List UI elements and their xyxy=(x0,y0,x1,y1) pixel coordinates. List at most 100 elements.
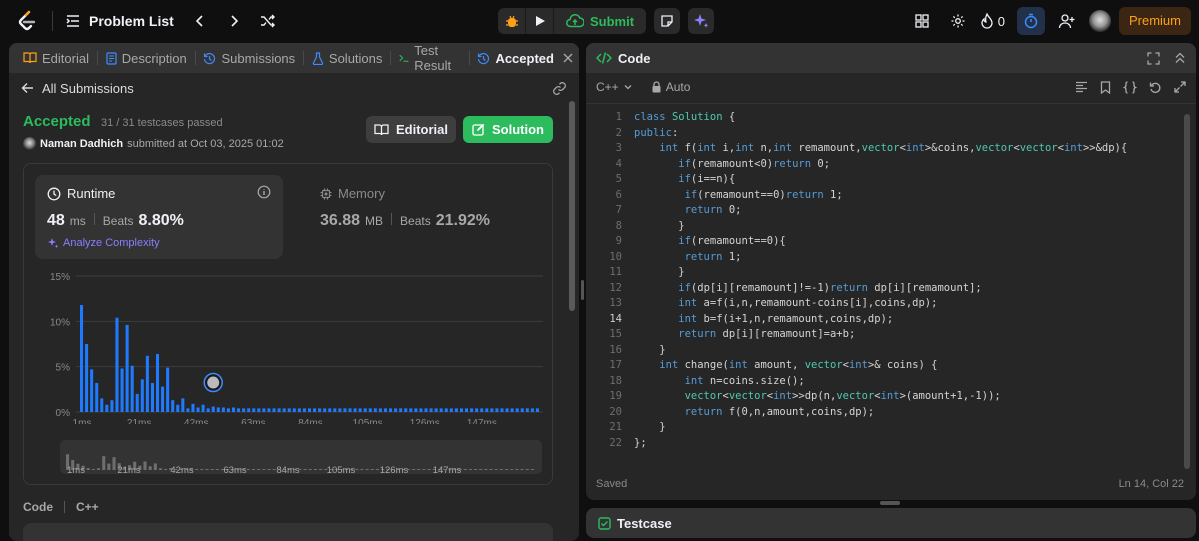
shuffle-button[interactable] xyxy=(254,7,282,35)
all-submissions-link[interactable]: All Submissions xyxy=(21,81,134,96)
chart-bar[interactable] xyxy=(378,408,382,412)
chart-bar[interactable] xyxy=(348,408,352,412)
code-line[interactable]: }; xyxy=(634,436,1127,452)
chart-bar[interactable] xyxy=(480,408,484,412)
problem-list-link[interactable]: Problem List xyxy=(89,13,174,29)
chart-bar[interactable] xyxy=(155,353,160,412)
code-line[interactable]: if(remamount==0){ xyxy=(634,234,1127,250)
submitter-name[interactable]: Naman Dadhich xyxy=(40,138,123,150)
chart-bar[interactable] xyxy=(110,400,114,412)
tab-submissions[interactable]: Submissions xyxy=(197,51,301,66)
chart-bar[interactable] xyxy=(201,404,205,412)
chart-bar[interactable] xyxy=(520,408,524,412)
chart-bar[interactable] xyxy=(444,408,448,412)
chart-bar[interactable] xyxy=(140,379,144,412)
maximize-icon[interactable] xyxy=(1147,51,1160,65)
chart-bar[interactable] xyxy=(424,408,428,412)
chart-bar[interactable] xyxy=(105,404,109,412)
code-line[interactable]: class Solution { xyxy=(634,110,1127,126)
code-line[interactable]: return 1; xyxy=(634,250,1127,266)
chart-bar[interactable] xyxy=(297,408,301,412)
chart-bar[interactable] xyxy=(257,408,261,412)
ai-sparkle-button[interactable] xyxy=(688,8,715,34)
chart-bar[interactable] xyxy=(318,408,322,412)
chart-bar[interactable] xyxy=(267,408,271,412)
tab-accepted[interactable]: Accepted xyxy=(471,51,579,66)
chart-bar[interactable] xyxy=(505,408,509,412)
chart-bar[interactable] xyxy=(470,408,474,412)
tab-description[interactable]: Description xyxy=(100,51,193,66)
chart-bar[interactable] xyxy=(399,408,403,412)
chart-bar[interactable] xyxy=(394,408,398,412)
chart-bar[interactable] xyxy=(90,369,94,412)
chart-bar[interactable] xyxy=(130,365,134,412)
chart-bar[interactable] xyxy=(530,408,534,412)
runtime-distribution-chart[interactable]: 15% 10% 5% 0%1ms 21ms 42ms 63ms 84ms 105ms 126ms 1… xyxy=(38,264,548,424)
chart-bar[interactable] xyxy=(535,408,539,412)
chart-bar[interactable] xyxy=(125,324,129,412)
code-line[interactable]: } xyxy=(634,420,1127,436)
run-button[interactable] xyxy=(526,8,554,34)
settings-gear-icon[interactable] xyxy=(944,7,972,35)
chart-bar[interactable] xyxy=(242,408,246,412)
chart-bar[interactable] xyxy=(429,408,433,412)
horizontal-resize-handle[interactable] xyxy=(880,501,900,505)
left-scrollbar[interactable] xyxy=(569,101,575,311)
tab-solutions[interactable]: Solutions xyxy=(306,51,388,66)
chart-bar[interactable] xyxy=(171,400,175,412)
chart-bar[interactable] xyxy=(475,408,479,412)
chart-bar[interactable] xyxy=(328,408,332,412)
chart-bar[interactable] xyxy=(323,408,327,412)
chart-bar[interactable] xyxy=(333,408,337,412)
code-line[interactable]: int b=f(i+1,n,remamount,coins,dp); xyxy=(634,312,1127,328)
chart-bar[interactable] xyxy=(135,393,139,412)
next-problem-button[interactable] xyxy=(220,7,248,35)
code-line[interactable]: public: xyxy=(634,126,1127,142)
code-line[interactable]: } xyxy=(634,219,1127,235)
vertical-resize-handle[interactable] xyxy=(581,280,584,300)
chart-bar[interactable] xyxy=(145,355,149,412)
code-line[interactable]: } xyxy=(634,343,1127,359)
memory-card[interactable]: Memory 36.88 MB Beats 21.92% xyxy=(308,175,508,259)
chart-bar[interactable] xyxy=(409,408,413,412)
chart-bar[interactable] xyxy=(525,408,529,412)
code-line[interactable]: if(i==n){ xyxy=(634,172,1127,188)
chart-bar[interactable] xyxy=(419,408,423,412)
language-select[interactable]: C++ xyxy=(596,80,633,94)
chart-bar[interactable] xyxy=(120,368,124,412)
code-content[interactable]: class Solution {public: int f(int i,int … xyxy=(634,110,1127,451)
chart-bar[interactable] xyxy=(100,398,104,412)
chart-bar[interactable] xyxy=(449,408,453,412)
chart-bar[interactable] xyxy=(510,408,514,412)
link-icon[interactable] xyxy=(552,81,567,96)
code-line[interactable]: int f(int i,int n,int remamount,vector<i… xyxy=(634,141,1127,157)
solution-button[interactable]: Solution xyxy=(463,116,553,143)
info-icon[interactable] xyxy=(257,185,271,199)
tab-editorial[interactable]: Editorial xyxy=(17,51,95,66)
chart-bar[interactable] xyxy=(216,407,220,412)
chart-bar[interactable] xyxy=(389,408,393,412)
chart-bar[interactable] xyxy=(373,408,377,412)
chart-bar[interactable] xyxy=(95,382,99,412)
chart-bar[interactable] xyxy=(343,408,347,412)
chart-bar[interactable] xyxy=(500,408,504,412)
chart-bar[interactable] xyxy=(404,408,408,412)
chart-bar[interactable] xyxy=(272,408,276,412)
chart-bar[interactable] xyxy=(353,408,357,412)
chart-bar[interactable] xyxy=(313,408,317,412)
chart-bar[interactable] xyxy=(161,386,165,412)
debug-button[interactable] xyxy=(498,8,526,34)
chart-bar[interactable] xyxy=(485,408,489,412)
chart-bar[interactable] xyxy=(302,408,306,412)
chart-bar[interactable] xyxy=(252,408,256,412)
timer-button[interactable] xyxy=(1016,7,1045,35)
chart-bar[interactable] xyxy=(307,408,312,412)
chart-bar[interactable] xyxy=(490,408,494,412)
editor-scrollbar[interactable] xyxy=(1184,114,1190,469)
chart-bar[interactable] xyxy=(85,344,89,412)
code-line[interactable]: vector<vector<int>>dp(n,vector<int>(amou… xyxy=(634,389,1127,405)
code-line[interactable]: return f(0,n,amount,coins,dp); xyxy=(634,405,1127,421)
chart-bar[interactable] xyxy=(237,408,241,412)
close-tab-icon[interactable] xyxy=(563,53,573,63)
chart-bar[interactable] xyxy=(211,406,215,412)
